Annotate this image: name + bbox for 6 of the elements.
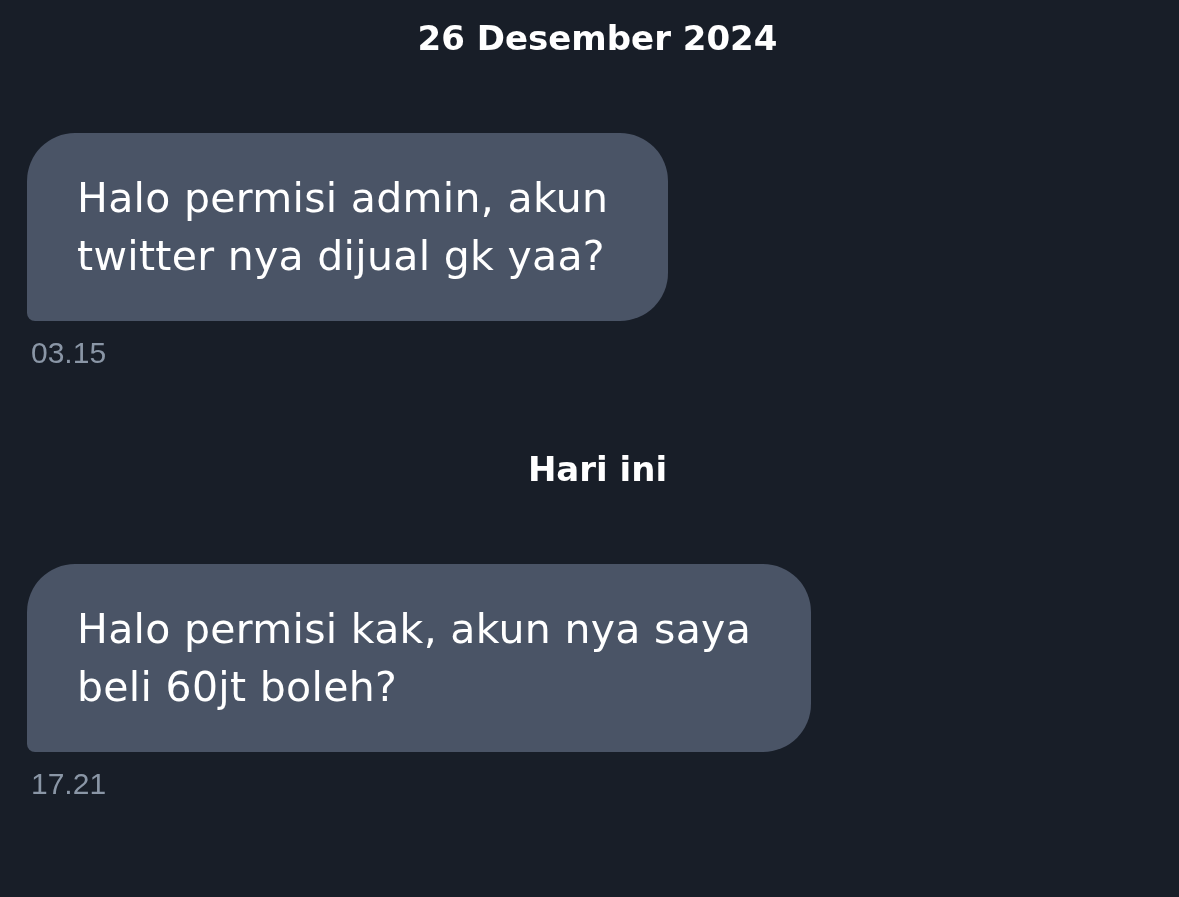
message-time: 03.15: [31, 336, 107, 370]
date-separator: 26 Desember 2024: [417, 18, 778, 58]
message-bubble: Halo permisi admin, akun twitter nya dijual gk yaa?: [27, 133, 669, 321]
date-separator: Hari ini: [527, 449, 668, 489]
message-time: 17.21: [31, 767, 107, 801]
message-bubble: Halo permisi kak, akun nya saya beli 60jt boleh?: [27, 564, 812, 752]
